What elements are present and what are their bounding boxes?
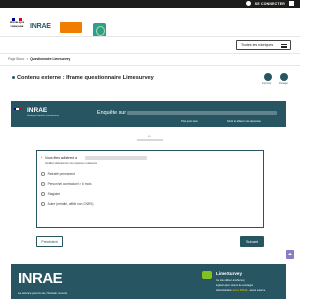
partner-logo-orange[interactable] (60, 22, 82, 33)
divider (0, 65, 300, 66)
rf-logo-line1: RÉPUBLIQUE (9, 22, 25, 24)
question-text: Vous êtes adhérent à (45, 156, 78, 160)
survey-inrae-logo: INRAE (27, 107, 48, 114)
next-button[interactable]: Suivant (240, 236, 264, 247)
survey-title: Enquête sur (97, 110, 127, 116)
search-icon[interactable] (289, 1, 294, 6)
progress-bar (137, 139, 163, 141)
rf-logo-line2: FRANÇAISE (10, 25, 24, 28)
footer-slogan: La science pour la vie, l'humain, la ter… (18, 291, 68, 295)
previous-button[interactable]: Précédent (36, 236, 63, 247)
footer-line-3: Administration accès INRAE · accès exter… (216, 289, 265, 292)
mandatory-mark: * (41, 156, 43, 160)
survey-rf-logo (14, 108, 23, 117)
survey-link-clear[interactable]: Sortir et effacer vos réponses (227, 120, 261, 123)
print-icon[interactable] (264, 73, 272, 81)
title-bullet-icon (12, 76, 15, 80)
site-header: RÉPUBLIQUE FRANÇAISE INRAE (0, 8, 300, 37)
inrae-logo[interactable]: INRAE (30, 23, 51, 30)
survey-logo-subtitle: Sondages Enquêtes Questionnaires (27, 115, 60, 117)
answer-option[interactable]: Autre (retraité, affilié non CNRS) (41, 202, 93, 206)
answer-option-label[interactable]: Personnel contractuel > 6 mois (48, 182, 92, 186)
footer-line-1: Ce site utilise LimeSurvey (216, 279, 245, 282)
breadcrumb-home[interactable]: Page Blanc (8, 57, 24, 61)
radio-button[interactable] (41, 172, 45, 176)
share-icon[interactable] (280, 73, 288, 81)
breadcrumb: Page Blanc > Questionnaire Limesurvey (8, 57, 70, 61)
page-title-text: Contenu externe : Iframe questionnaire L… (17, 75, 154, 81)
themes-menu-button[interactable]: Toutes les rubriques (236, 40, 291, 50)
limesurvey-icon (202, 271, 212, 279)
question-help: Veuillez sélectionner une réponse ci-des… (45, 162, 97, 165)
footer-admin-label: Administration (216, 289, 232, 292)
flag-icon (12, 18, 22, 21)
flag-icon (14, 108, 21, 110)
divider (0, 53, 300, 54)
login-link[interactable]: SE CONNECTER (255, 2, 285, 6)
answer-option[interactable]: Stagiaire (41, 192, 60, 196)
survey-header: INRAE Sondages Enquêtes Questionnaires E… (11, 101, 286, 127)
question-box: * Vous êtes adhérent à Veuillez sélectio… (36, 150, 264, 228)
footer-inrae-access-link[interactable]: accès INRAE (233, 289, 248, 292)
page-title: Contenu externe : Iframe questionnaire L… (12, 75, 154, 81)
survey-title-redacted (127, 111, 277, 115)
radio-button[interactable] (41, 182, 45, 186)
limesurvey-title[interactable]: LimeSurvey (216, 271, 242, 276)
answer-option[interactable]: Personnel contractuel > 6 mois (41, 182, 91, 186)
top-bar: SE CONNECTER (0, 0, 300, 8)
divider (0, 36, 300, 37)
breadcrumb-separator: > (26, 57, 29, 61)
breadcrumb-current: Questionnaire Limesurvey (30, 57, 71, 61)
answer-option-label[interactable]: Retraité permanent (48, 172, 75, 176)
answer-option-label[interactable]: Autre (retraité, affilié non CNRS) (48, 202, 94, 206)
scroll-to-top-button[interactable] (286, 250, 294, 259)
radio-button[interactable] (41, 202, 45, 206)
progress-label: 0% (148, 136, 151, 138)
print-label: Imprimer (262, 82, 272, 85)
answer-option-label[interactable]: Stagiaire (48, 192, 61, 196)
themes-menu-label: Toutes les rubriques (241, 43, 274, 47)
answer-option[interactable]: Retraité permanent (41, 172, 75, 176)
footer-line-2: logiciel open source de sondages (216, 284, 254, 287)
footer-external-access-link[interactable]: · accès externe (248, 289, 265, 292)
partner-logo-green[interactable] (93, 23, 106, 37)
user-icon[interactable] (245, 1, 251, 6)
republique-francaise-logo[interactable]: RÉPUBLIQUE FRANÇAISE (8, 18, 26, 34)
hamburger-icon (281, 44, 287, 48)
question-text-redacted (85, 156, 147, 160)
survey-footer: INRAE La science pour la vie, l'humain, … (11, 264, 286, 299)
top-bar-actions: SE CONNECTER (245, 1, 294, 6)
radio-button[interactable] (41, 192, 45, 196)
survey-link-all[interactable]: Titre pour tous (181, 120, 198, 123)
share-label: Partager (279, 82, 289, 85)
footer-inrae-logo: INRAE (18, 270, 63, 287)
